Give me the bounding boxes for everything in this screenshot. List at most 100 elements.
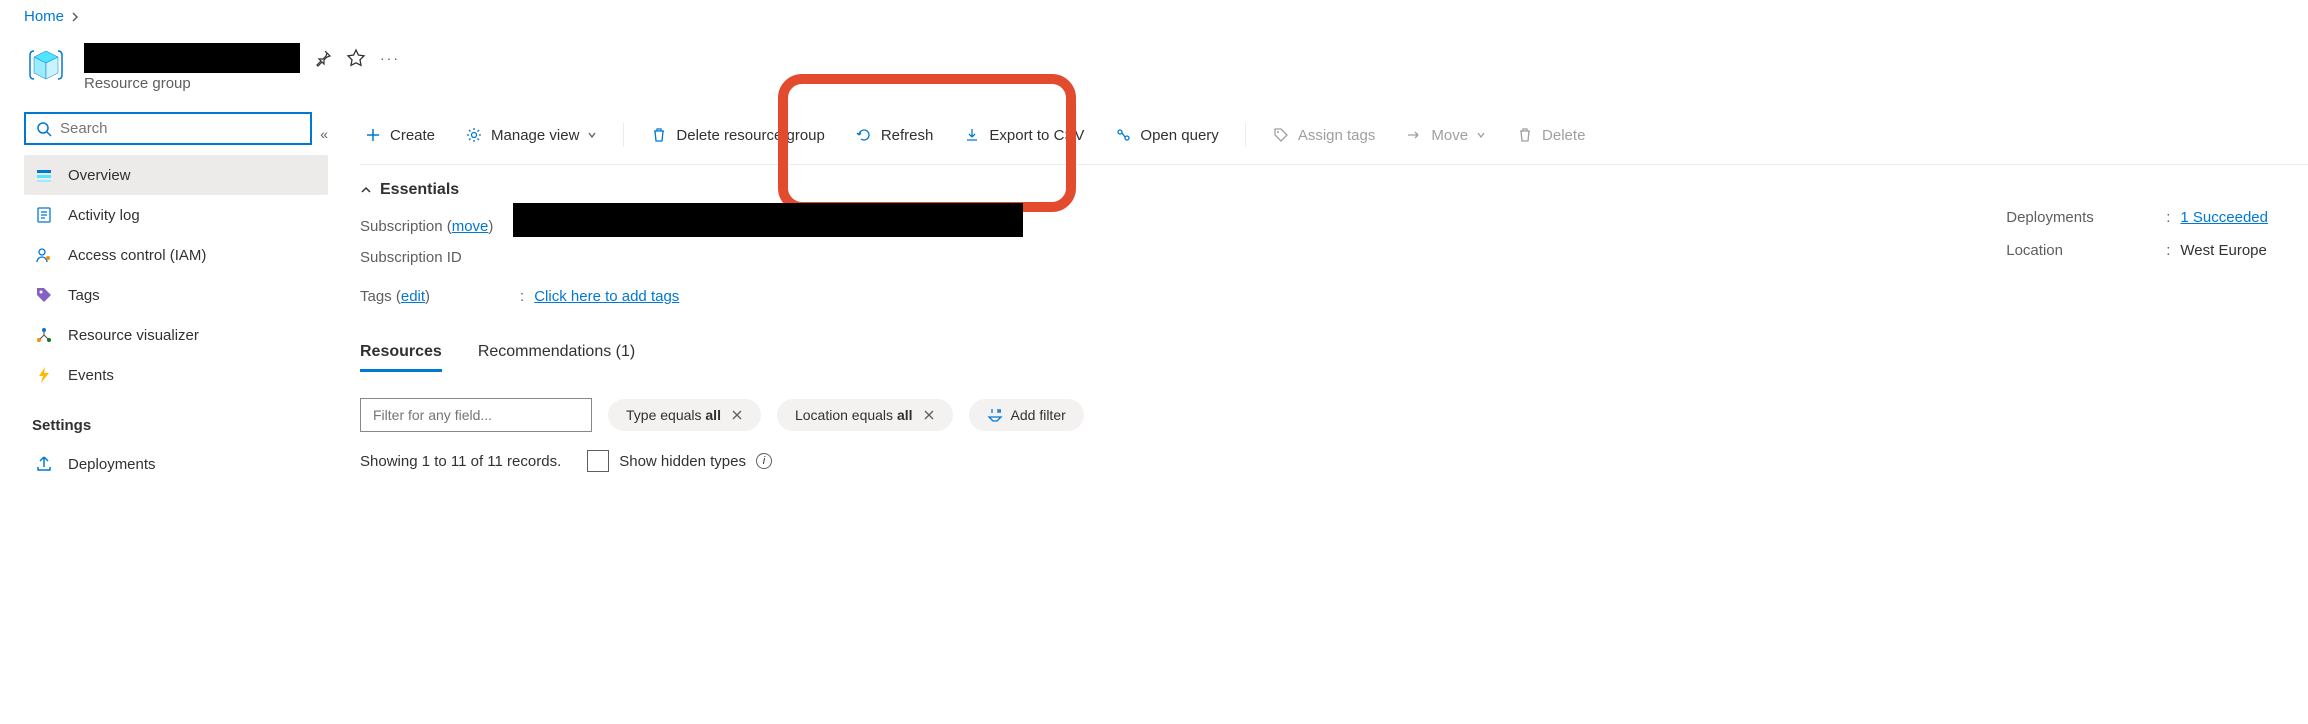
tags-label: Tags (edit) (360, 288, 430, 305)
button-label: Add filter (1011, 407, 1066, 423)
filter-icon (987, 407, 1003, 423)
gear-icon (465, 126, 483, 144)
chevron-up-icon (360, 184, 372, 196)
pill-label: Location equals all (795, 407, 913, 423)
arrow-right-icon (1405, 126, 1423, 144)
toolbar: Create Manage view Delete resource group… (360, 112, 2308, 165)
button-label: Export to CSV (989, 127, 1084, 144)
nav-section-settings: Settings (24, 395, 328, 444)
nav-item-label: Resource visualizer (68, 327, 199, 344)
collapse-sidebar-icon[interactable]: « (320, 126, 328, 142)
create-button[interactable]: Create (360, 120, 439, 150)
records-count: Showing 1 to 11 of 11 records. (360, 453, 561, 470)
iam-icon (34, 245, 54, 265)
button-label: Move (1431, 127, 1468, 144)
breadcrumb-home[interactable]: Home (24, 8, 64, 25)
add-filter-button[interactable]: Add filter (969, 399, 1084, 431)
visualizer-icon (34, 325, 54, 345)
sidebar-search-input[interactable] (60, 120, 300, 137)
chevron-right-icon (70, 12, 80, 22)
resource-group-name (84, 43, 300, 73)
refresh-icon (855, 126, 873, 144)
button-label: Manage view (491, 127, 579, 144)
download-icon (963, 126, 981, 144)
resource-type-label: Resource group (84, 75, 400, 92)
delete-button[interactable]: Delete (1512, 120, 1589, 150)
open-query-button[interactable]: Open query (1110, 120, 1222, 150)
star-icon[interactable] (346, 48, 366, 68)
refresh-button[interactable]: Refresh (851, 120, 938, 150)
nav-overview[interactable]: Overview (24, 155, 328, 195)
toolbar-separator (1245, 123, 1246, 147)
hidden-types-label: Show hidden types (619, 453, 746, 470)
essentials-label: Essentials (380, 181, 459, 199)
sidebar-search[interactable] (24, 112, 312, 145)
trash-icon (650, 126, 668, 144)
filter-pill-type[interactable]: Type equals all (608, 399, 761, 431)
nav-item-label: Overview (68, 167, 131, 184)
tags-edit-link[interactable]: edit (401, 288, 425, 305)
filter-pill-location[interactable]: Location equals all (777, 399, 953, 431)
subscription-value (513, 203, 1023, 237)
nav-item-label: Events (68, 367, 114, 384)
more-icon[interactable]: ··· (380, 50, 400, 66)
subscription-id-label: Subscription ID (360, 249, 462, 266)
deployments-value[interactable]: 1 Succeeded (2180, 209, 2268, 226)
delete-resource-group-button[interactable]: Delete resource group (646, 120, 828, 150)
activity-log-icon (34, 205, 54, 225)
events-icon (34, 365, 54, 385)
deployments-label: Deployments (2006, 209, 2156, 226)
close-icon[interactable] (923, 409, 935, 421)
button-label: Create (390, 127, 435, 144)
filter-input[interactable] (360, 398, 592, 432)
nav-access-control[interactable]: Access control (IAM) (24, 235, 328, 275)
nav-item-label: Tags (68, 287, 100, 304)
tab-resources[interactable]: Resources (360, 335, 442, 372)
nav-item-label: Deployments (68, 456, 156, 473)
chevron-down-icon (1476, 130, 1486, 140)
button-label: Delete (1542, 127, 1585, 144)
trash-icon (1516, 126, 1534, 144)
button-label: Assign tags (1298, 127, 1376, 144)
query-icon (1114, 126, 1132, 144)
manage-view-button[interactable]: Manage view (461, 120, 601, 150)
tag-icon (1272, 126, 1290, 144)
toolbar-separator (623, 123, 624, 147)
chevron-down-icon (587, 130, 597, 140)
subscription-label: Subscription (move) (360, 218, 493, 235)
deployments-icon (34, 454, 54, 474)
search-icon (36, 121, 52, 137)
button-label: Delete resource group (676, 127, 824, 144)
nav-activity-log[interactable]: Activity log (24, 195, 328, 235)
button-label: Open query (1140, 127, 1218, 144)
overview-icon (34, 165, 54, 185)
tags-icon (34, 285, 54, 305)
add-tags-link[interactable]: Click here to add tags (534, 288, 679, 305)
nav-resource-visualizer[interactable]: Resource visualizer (24, 315, 328, 355)
nav-tags[interactable]: Tags (24, 275, 328, 315)
pill-label: Type equals all (626, 407, 721, 423)
location-label: Location (2006, 242, 2156, 259)
tabs: Resources Recommendations (1) (360, 305, 2308, 372)
colon: : (2166, 242, 2170, 259)
nav-deployments[interactable]: Deployments (24, 444, 328, 484)
pin-icon[interactable] (314, 49, 332, 67)
tab-recommendations[interactable]: Recommendations (1) (478, 335, 635, 372)
breadcrumb: Home (0, 0, 2308, 33)
plus-icon (364, 126, 382, 144)
move-button[interactable]: Move (1401, 120, 1490, 150)
hidden-types-checkbox[interactable] (587, 450, 609, 472)
subscription-move-link[interactable]: move (452, 218, 489, 235)
location-value: West Europe (2180, 242, 2266, 259)
assign-tags-button[interactable]: Assign tags (1268, 120, 1380, 150)
nav-item-label: Activity log (68, 207, 140, 224)
colon: : (520, 288, 524, 305)
info-icon[interactable]: i (756, 453, 772, 469)
nav-events[interactable]: Events (24, 355, 328, 395)
nav-item-label: Access control (IAM) (68, 247, 206, 264)
colon: : (2166, 209, 2170, 226)
close-icon[interactable] (731, 409, 743, 421)
resource-group-icon (24, 43, 68, 87)
button-label: Refresh (881, 127, 934, 144)
export-csv-button[interactable]: Export to CSV (959, 120, 1088, 150)
